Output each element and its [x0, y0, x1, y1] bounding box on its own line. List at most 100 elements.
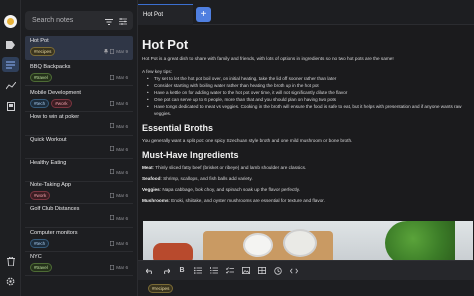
note-list-item[interactable]: Note-Taking App #work Mar 6 [25, 180, 133, 204]
ingredient-line[interactable]: Veggies: Napa cabbage, bok choy, and spi… [142, 186, 474, 193]
note-file-icon [110, 100, 115, 107]
note-title-label: Golf Club Distances [30, 206, 80, 212]
note-title-label: NYC [30, 254, 42, 260]
left-rail [0, 0, 21, 296]
image-icon[interactable] [242, 266, 250, 276]
book-icon[interactable] [4, 100, 17, 113]
numbered-list-icon[interactable] [210, 266, 218, 276]
note-list-item[interactable]: Golf Club Distances Mar 6 [25, 204, 133, 228]
note-list-item[interactable]: NYC #travel Mar 6 [25, 252, 133, 276]
ingredient-line[interactable]: Mushrooms: Enoki, shiitake, and oyster m… [142, 197, 474, 204]
table-icon[interactable] [258, 266, 266, 276]
note-date: Mar 6 [116, 265, 128, 270]
note-list-item[interactable]: How to win at poker Mar 6 [25, 112, 133, 136]
notes-icon[interactable] [4, 58, 17, 71]
checklist-icon[interactable] [226, 266, 234, 276]
note-tag[interactable]: #work [51, 99, 72, 108]
note-title-label: Quick Workout [30, 137, 67, 143]
broths-heading[interactable]: Essential Broths [142, 123, 474, 133]
note-date: Mar 6 [116, 146, 128, 152]
tips-heading[interactable]: A few key tips: [142, 68, 474, 75]
code-icon[interactable] [290, 266, 298, 276]
footer-tag[interactable]: #recipes [148, 283, 174, 293]
format-toolbar: B [138, 260, 474, 280]
note-date: Mar 6 [116, 75, 128, 80]
note-list-item[interactable]: BBQ Backpacks #travel Mar 6 [25, 62, 133, 86]
undo-icon[interactable] [146, 266, 154, 276]
tip-item[interactable]: Consider starting with boiling water rat… [147, 82, 474, 89]
note-file-icon [110, 74, 115, 81]
note-file-icon [110, 146, 115, 152]
note-date: Mar 6 [116, 123, 128, 129]
ingredients-heading[interactable]: Must-Have Ingredients [142, 150, 474, 160]
note-tag[interactable]: #work [30, 191, 51, 200]
ingredient-label: Veggies [142, 187, 160, 192]
note-list-item[interactable]: Computer monitors #tech Mar 6 [25, 228, 133, 252]
bold-icon[interactable]: B [178, 266, 186, 276]
note-list-item[interactable]: Healthy Eating Mar 6 [25, 158, 133, 182]
note-file-icon [110, 192, 115, 199]
tab-hot-pot[interactable]: Hot Pot [138, 4, 193, 25]
note-title-label: Mobile Development [30, 90, 81, 96]
ingredient-text: : Thinly sliced fatty beef (brisket or r… [152, 165, 307, 170]
stats-icon[interactable] [4, 79, 17, 92]
note-file-icon [110, 123, 115, 129]
note-list-item[interactable]: Quick Workout Mar 6 [25, 135, 133, 159]
note-title-label: Note-Taking App [30, 182, 72, 188]
hot-pot-photo [143, 221, 473, 260]
ingredient-label: Seafood [142, 176, 161, 181]
bullet-list-icon[interactable] [194, 266, 202, 276]
note-title-label: Computer monitors [30, 230, 78, 236]
new-tab-button[interactable]: + [196, 7, 211, 22]
note-list-item[interactable]: Mobile Development #tech #work Mar 6 [25, 88, 133, 112]
note-tag[interactable]: #travel [30, 73, 52, 82]
note-tag[interactable]: #tech [30, 239, 50, 248]
tip-item[interactable]: One pot can serve up to 6 people, more t… [147, 96, 474, 103]
note-date: Mar 6 [116, 169, 128, 175]
tip-item[interactable]: Have a kettle on for adding water to the… [147, 89, 474, 96]
ingredient-label: Mushrooms [142, 198, 169, 203]
history-icon[interactable] [274, 266, 282, 276]
note-date: Mar 6 [116, 193, 128, 198]
note-title-label: BBQ Backpacks [30, 64, 71, 70]
ingredients-list: Meat: Thinly sliced fatty beef (brisket … [142, 164, 474, 204]
logo-icon [4, 15, 17, 28]
note-title-label: Healthy Eating [30, 160, 67, 166]
sort-icon[interactable] [105, 12, 113, 30]
note-date: Mar 9 [116, 49, 128, 54]
note-file-icon [110, 264, 115, 271]
search-input[interactable]: Search notes [25, 17, 105, 24]
ingredient-label: Meat [142, 165, 153, 170]
tab-bar: Hot Pot + [138, 0, 474, 25]
ingredient-text: : Shrimp, scallops, and fish balls add v… [160, 176, 253, 181]
intro-paragraph[interactable]: Hot Pot is a great dish to share with fa… [142, 55, 474, 62]
note-editor[interactable]: Hot Pot Hot Pot is a great dish to share… [138, 25, 474, 260]
note-file-icon [110, 169, 115, 175]
note-tag[interactable]: #travel [30, 263, 52, 272]
note-file-icon [110, 240, 115, 247]
note-title[interactable]: Hot Pot [142, 37, 474, 52]
note-list-item[interactable]: Hot Pot #recipes Mar 9 [25, 36, 133, 60]
note-tag[interactable]: #recipes [30, 47, 56, 56]
label-icon[interactable] [4, 38, 17, 51]
notes-list: Search notes Hot Pot #recipes Mar 9 BBQ Bac… [21, 0, 138, 296]
settings-icon[interactable] [4, 275, 17, 288]
tip-item[interactable]: Have tongs dedicated to meat vs veggies.… [147, 103, 474, 117]
note-title-label: Hot Pot [30, 38, 49, 44]
broths-paragraph[interactable]: You generally want a split pot: one spic… [142, 137, 474, 144]
note-date: Mar 6 [116, 241, 128, 246]
note-title-label: How to win at poker [30, 114, 80, 120]
ingredient-line[interactable]: Seafood: Shrimp, scallops, and fish ball… [142, 175, 474, 182]
search-bar[interactable]: Search notes [25, 11, 133, 30]
filter-icon[interactable] [119, 12, 127, 30]
note-tag[interactable]: #tech [30, 99, 50, 108]
note-tags-footer: #recipes [138, 280, 474, 296]
tip-item[interactable]: Try set to let the hot pot boil over, on… [147, 75, 474, 82]
pin-icon [103, 48, 109, 55]
redo-icon[interactable] [162, 266, 170, 276]
ingredient-text: : Napa cabbage, bok choy, and spinach so… [159, 187, 300, 192]
ingredient-text: : Enoki, shiitake, and oyster mushrooms … [168, 198, 325, 203]
trash-icon[interactable] [4, 255, 17, 268]
note-file-icon [110, 215, 115, 221]
ingredient-line[interactable]: Meat: Thinly sliced fatty beef (brisket … [142, 164, 474, 171]
